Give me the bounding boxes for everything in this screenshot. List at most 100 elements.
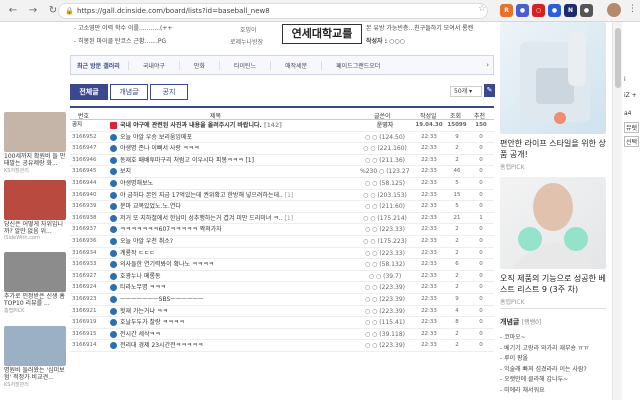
table-row[interactable]: 3166938 저거 또 지하철에서 한남미 성추행하는거 겹겨 미만 드리미녀 … — [70, 213, 494, 225]
concept-post-item[interactable]: - 익술래 빠져 섬겼라라 이는 사람? — [500, 365, 606, 376]
post-writer[interactable]: ○ ○ (223.33) — [360, 224, 410, 235]
post-writer[interactable]: ○ ○ (223.39) — [360, 306, 410, 317]
recent-gallery-item[interactable]: 페이드그랜드오더 — [321, 60, 394, 70]
post-writer[interactable]: ○ ○ (221.160) — [360, 143, 410, 154]
left-ad-0[interactable]: 100세까지 확원비 들 만태말는 공유제랑 화... KS저장관리 — [4, 112, 68, 174]
edge-label-3[interactable]: 뮤렛 — [624, 122, 640, 133]
post-writer[interactable]: ○ ○ (223.39) — [360, 282, 410, 293]
post-subject[interactable]: 호날두두가 찰랑 ㅋㅋㅋㅋ — [120, 317, 342, 328]
table-row[interactable]: 3166924 티라노무명 ㅋㅋㅋ ○ ○ (223.39) 22:33 2 0 — [70, 282, 494, 294]
post-subject[interactable]: 전리대 경제 23시간전ㅋㅋㅋㅋㅋ — [120, 340, 342, 351]
right-ad-image-1[interactable] — [500, 177, 606, 269]
recent-gallery-item[interactable]: 국내야구 — [127, 60, 179, 70]
table-row[interactable]: 3166933 의사들한 연기력봐이 확나노 ㅋㅋㅋㅋ ○ ○ (58.132) 2… — [70, 259, 494, 271]
table-row[interactable]: 3166937 ㅋㅋㅋㅋㅋㅋㅋ607ㅋㅋㅋㅋㅋ 짝쳐가자 ○ ○ (223.33)… — [70, 224, 494, 236]
extension-icon[interactable]: ● — [580, 4, 593, 17]
table-row[interactable]: 3166936 오늘 야알 우천 취소? ○ ○ (175.223) 22:33 2 0 — [70, 236, 494, 248]
table-row[interactable]: 3166919 호날두두가 찰랑 ㅋㅋㅋㅋ ○ ○ (115.41) 22:33 8 0 — [70, 317, 494, 329]
extension-icon[interactable]: R — [500, 4, 513, 17]
per-page-select[interactable]: 50개 ▾ — [450, 86, 482, 97]
table-row[interactable]: 3166940 야 금하다 본인 지금 17억있는데 권위확고 한방해 넣으려하는… — [70, 190, 494, 202]
post-writer[interactable]: ○ ○ (175.223) — [360, 236, 410, 247]
post-subject[interactable]: 전시간 세삭ㅋㅋ — [120, 329, 342, 340]
table-row[interactable]: 3166927 호광누나 메롱동 ○ ○ (39.7) 22:33 2 0 — [70, 271, 494, 283]
recent-gallery-item[interactable]: 타이틴느 — [218, 60, 270, 70]
post-writer[interactable]: %230 ○ (123.274) — [360, 166, 410, 177]
post-writer[interactable]: ○ ○ (115.41) — [360, 317, 410, 328]
post-writer[interactable]: ○ ○ (223.39) — [360, 294, 410, 305]
tab-concept[interactable]: 개념글 — [110, 84, 148, 100]
post-subject[interactable]: 국내 야구에 관련된 사진과 내용을 올려주시기 바랍니다. [142] — [120, 120, 342, 131]
table-row[interactable]: 3166952 오늘 야알 우승 보리움잉메포 ○ ○ (124.50) 22:33… — [70, 132, 494, 144]
table-row[interactable]: 3166946 동재호 패배투마구리 처럼고 이우시다 피봉ㅋㅋㅋ [1] ○ ○… — [70, 155, 494, 167]
scrollbar-thumb[interactable] — [615, 28, 621, 88]
post-writer[interactable]: ○ ○ (39.7) — [360, 271, 410, 282]
post-subject[interactable]: 헛재 가는거냐 ㅋㅋ — [120, 306, 342, 317]
page-scrollbar[interactable] — [612, 22, 622, 400]
post-writer[interactable]: ○ ○ (211.60) — [360, 201, 410, 212]
top-right-item-0[interactable]: 본 유방 가능빈층...친구들하기 모여서 롱캔 — [366, 23, 473, 32]
post-subject[interactable]: 오늘 야알 우승 보리움잉메포 — [120, 132, 342, 143]
post-subject[interactable]: 오늘 야알 우천 취소? — [120, 236, 342, 247]
top-left-item-0[interactable]: - 고소영만 이력 학수 이를...........(++ — [74, 23, 172, 32]
post-writer[interactable]: ○ ○ (175.214) — [360, 213, 410, 224]
top-left-item-1[interactable]: - 히봉된 마이클 탄코스 근황.......PG — [74, 36, 166, 45]
table-row[interactable]: 3166944 야생명해보노 ○ ○ (58.125) 22:33 5 0 — [70, 178, 494, 190]
left-ad-1[interactable]: 당신은 어떻게 자위입니까? 알만 없음 위... iSideWith.com — [4, 180, 68, 241]
post-subject[interactable]: ㅋㅋㅋㅋㅋㅋㅋ607ㅋㅋㅋㅋㅋ 짝쳐가자 — [120, 224, 342, 235]
recent-gallery-item[interactable]: 만화 — [178, 60, 219, 70]
university-banner-ad[interactable]: 연세대학교를 — [282, 24, 362, 44]
bookmark-star-icon[interactable]: ☆ — [478, 4, 486, 14]
extension-icon[interactable]: ○ — [532, 4, 545, 17]
post-subject[interactable]: 보지 — [120, 166, 342, 177]
post-subject[interactable]: ㅡㅡㅡㅡㅡㅡㅡSBSㅡㅡㅡㅡㅡㅡ — [120, 294, 342, 305]
table-row[interactable]: 3166921 헛재 가는거냐 ㅋㅋ ○ ○ (223.39) 22:33 4 0 — [70, 306, 494, 318]
right-ad-title-1[interactable]: 오직 제품의 기능으로 성공한 베스트 리스트 9 (3주 차) — [500, 273, 612, 295]
menu-icon[interactable]: ⋮ — [628, 4, 637, 14]
edge-label-4[interactable]: 선택 — [624, 136, 640, 147]
post-subject[interactable]: 저거 또 지하철에서 한남미 성추행하는거 겹겨 미만 드리미녀 ㅋ.. [1] — [120, 213, 342, 224]
post-writer[interactable]: ○ ○ (58.132) — [360, 259, 410, 270]
post-writer[interactable]: ○ ○ (39.118) — [360, 329, 410, 340]
extension-icon[interactable]: ● — [516, 4, 529, 17]
post-writer[interactable]: ○ ○ (203.153) — [360, 190, 410, 201]
post-writer[interactable]: ○ ○ (124.50) — [360, 132, 410, 143]
tab-notice[interactable]: 공지 — [150, 84, 188, 100]
left-ad-3[interactable]: 명원비 들러왔는 '심미보험' 적정가 비교견... KS저장관리 — [4, 326, 68, 388]
chevron-right-icon[interactable]: › — [486, 61, 489, 69]
post-subject[interactable]: 계룡작 ㄷㄷㄷ — [120, 248, 342, 259]
table-row[interactable]: 3166939 문마 교복있었노.노.연다 ○ ○ (211.60) 22:33 5 0 — [70, 201, 494, 213]
address-bar[interactable]: 🔒 https://gall.dcinside.com/board/lists?… — [58, 3, 488, 19]
post-writer[interactable]: ○ ○ (223.33) — [360, 248, 410, 259]
table-row[interactable]: 3166934 계룡작 ㄷㄷㄷ ○ ○ (223.33) 22:33 2 0 — [70, 248, 494, 260]
forward-icon[interactable]: → — [26, 4, 40, 18]
right-ad-image-0[interactable] — [500, 22, 606, 134]
concept-post-item[interactable]: - 오랫만에 클라해 갑니두~ — [500, 375, 606, 386]
post-subject[interactable]: 야생명 존나 이뻐서 사랑 ㅋㅋㅋ — [120, 143, 342, 154]
table-row[interactable]: 3166947 야생명 존나 이뻐서 사랑 ㅋㅋㅋ ○ ○ (221.160) 22… — [70, 143, 494, 155]
extension-icon[interactable]: N — [564, 4, 577, 17]
post-subject[interactable]: 호광누나 메롱동 — [120, 271, 342, 282]
post-writer[interactable]: ○ ○ (211.36) — [360, 155, 410, 166]
post-subject[interactable]: 야생명해보노 — [120, 178, 342, 189]
concept-post-item[interactable]: - 코마오~ — [500, 333, 606, 344]
concept-post-item[interactable]: - 루이 팡올 — [500, 354, 606, 365]
post-subject[interactable]: 의사들한 연기력봐이 확나노 ㅋㅋㅋㅋ — [120, 259, 342, 270]
profile-avatar[interactable] — [607, 3, 621, 17]
post-writer[interactable]: 운영자 — [360, 120, 410, 131]
post-subject[interactable]: 야 금하다 본인 지금 17억있는데 권위확고 한방해 넣으려하는데.. [1] — [120, 190, 342, 201]
extension-icon[interactable]: ● — [548, 4, 561, 17]
right-ad-title-0[interactable]: 편안한 라이프 스타일을 위한 상품 공개! — [500, 138, 612, 160]
table-row[interactable]: 3166914 전리대 경제 23시간전ㅋㅋㅋㅋㅋ ○ ○ (223.39) 22:… — [70, 340, 494, 352]
table-row[interactable]: 3166945 보지 %230 ○ (123.274) 22:33 46 0 — [70, 166, 494, 178]
concept-post-item[interactable]: - 베기기 고랑라 와가리 재부숑 ㅠㅠ — [500, 344, 606, 355]
post-subject[interactable]: 티라노무명 ㅋㅋㅋ — [120, 282, 342, 293]
recent-gallery-item[interactable]: 애작세분 — [270, 60, 321, 70]
concept-post-item[interactable]: - 미에라 채서워요 — [500, 386, 606, 397]
tab-all[interactable]: 전체글 — [70, 84, 108, 100]
table-row[interactable]: 3166923 ㅡㅡㅡㅡㅡㅡㅡSBSㅡㅡㅡㅡㅡㅡ ○ ○ (223.39) 22:3… — [70, 294, 494, 306]
notice-row[interactable]: 공지 국내 야구에 관련된 사진과 내용을 올려주시기 바랍니다. [142] 운영… — [70, 120, 494, 132]
post-writer[interactable]: ○ ○ (223.39) — [360, 340, 410, 351]
post-subject[interactable]: 동재호 패배투마구리 처럼고 이우시다 피봉ㅋㅋㅋ [1] — [120, 155, 342, 166]
pencil-icon[interactable]: ✎ — [484, 84, 495, 97]
